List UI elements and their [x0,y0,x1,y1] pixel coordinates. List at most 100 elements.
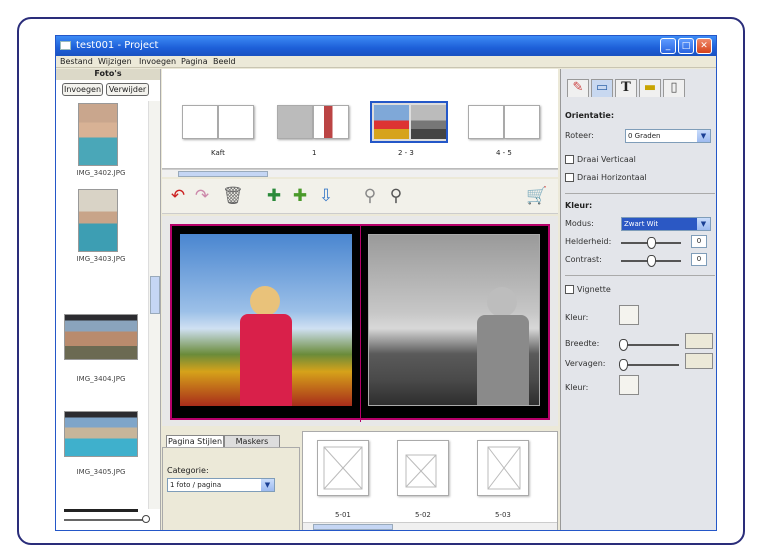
slider-knob[interactable] [142,515,150,523]
menu-beeld[interactable]: Beeld [213,57,236,66]
slider-knob[interactable] [619,359,628,371]
add-spread-icon[interactable]: ✚ [290,186,310,206]
layouts-scrollbar[interactable] [303,522,557,530]
vignette-checkbox[interactable] [565,285,574,294]
page-thumb-1[interactable] [313,105,349,139]
divider [565,193,715,194]
text-icon[interactable]: T [615,79,637,97]
vignette-fade-slider[interactable] [619,359,679,371]
vignette-fade-label: Vervagen: [565,359,606,368]
page-spread[interactable] [170,224,550,422]
scrollbar-thumb[interactable] [313,524,393,530]
frame-icon[interactable]: ▭ [591,79,613,97]
menu-bar: Bestand Wijzigen Invoegen Pagina Beeld [56,56,716,68]
scrollbar-thumb[interactable] [150,276,160,314]
page-thumb-4[interactable] [468,105,504,139]
category-select[interactable]: 1 foto / pagina ▼ [167,478,275,492]
slider-knob[interactable] [647,237,656,249]
layouts-panel: 5-01 5-02 5-03 [302,431,558,530]
spread-canvas [162,216,558,426]
edit-toolbar: ↶ ↷ 🗑 ✚ ✚ ⇩ ⚲ ⚲ 🛒 [162,179,558,214]
ruler-icon[interactable]: ▬ [639,79,661,97]
contrast-label: Contrast: [565,255,602,264]
brightness-slider[interactable] [621,237,681,249]
import-icon[interactable]: ⇩ [316,186,336,206]
flip-horizontal-label: Draai Horizontaal [577,173,647,182]
vignette-label: Vignette [577,285,611,294]
color-photo[interactable] [180,234,352,406]
flip-horizontal-checkbox[interactable] [565,173,574,182]
brightness-value[interactable]: 0 [691,235,707,248]
page-label: 4 - 5 [496,149,512,157]
slider-knob[interactable] [647,255,656,267]
add-page-icon[interactable]: ✚ [264,186,284,206]
page-icon[interactable]: ▯ [663,79,685,97]
rotate-left-icon[interactable]: ↶ [168,186,188,206]
category-value: 1 foto / pagina [170,481,222,489]
delete-icon[interactable]: 🗑 [222,186,244,206]
flip-vertical-label: Draai Verticaal [577,155,636,164]
rotate-label: Roteer: [565,131,594,140]
thumbnail-size-slider[interactable] [64,515,150,523]
photo-thumbnail-label: IMG_3405.JPG [76,468,126,476]
color-heading: Kleur: [565,201,593,210]
rotate-value: 0 Graden [628,132,661,140]
photo-thumbnail[interactable] [64,314,138,360]
page-thumb-5[interactable] [504,105,540,139]
scrollbar-thumb[interactable] [178,171,268,177]
cart-icon[interactable]: 🛒 [526,186,547,206]
insert-photos-button[interactable]: Invoegen [62,83,103,96]
page-thumb-cover-back[interactable] [218,105,254,139]
vignette-color-swatch[interactable] [619,305,639,325]
slider-knob[interactable] [619,339,628,351]
menu-wijzigen[interactable]: Wijzigen [98,57,132,66]
chevron-down-icon: ▼ [697,130,710,142]
bw-photo[interactable] [368,234,540,406]
contrast-value[interactable]: 0 [691,253,707,266]
vignette-width-slider[interactable] [619,339,679,351]
vignette-width-box[interactable] [685,333,713,349]
photo-thumbnail[interactable] [78,103,118,166]
minimize-button[interactable]: _ [660,38,676,54]
pages-scrollbar[interactable] [162,169,558,177]
layout-thumb[interactable] [317,440,369,496]
vignette-color2-swatch[interactable] [619,375,639,395]
mode-value: Zwart Wit [624,220,659,228]
page-label: Kaft [211,149,225,157]
photo-thumbnail-label: IMG_3403.JPG [76,255,126,263]
page-thumb-1-left[interactable] [277,105,313,139]
vignette-color2-label: Kleur: [565,383,589,392]
thumbnail-strip-bar [64,509,138,512]
rotate-right-icon[interactable]: ↷ [192,186,212,206]
page-thumb-cover[interactable] [182,105,218,139]
photo-thumbnail[interactable] [64,411,138,457]
zoom-in-icon[interactable]: ⚲ [386,186,406,206]
flip-vertical-checkbox[interactable] [565,155,574,164]
page-label: 1 [312,149,317,157]
photo-thumbnail[interactable] [78,189,118,252]
menu-invoegen[interactable]: Invoegen [139,57,176,66]
remove-photos-button[interactable]: Verwijder [106,83,149,96]
close-button[interactable]: ✕ [696,38,712,54]
title-bar: test001 - Project _ □ ✕ [56,36,716,56]
menu-bestand[interactable]: Bestand [60,57,93,66]
photo-edit-icon[interactable]: ✎ [567,79,589,97]
layout-label: 5-01 [335,511,351,519]
photos-scrollbar[interactable] [148,101,160,509]
spread-fold [360,226,361,422]
vignette-fade-box[interactable] [685,353,713,369]
zoom-out-icon[interactable]: ⚲ [360,186,380,206]
page-thumb-2-3-selected[interactable] [370,101,448,143]
layout-thumb[interactable] [477,440,529,496]
mode-select[interactable]: Zwart Wit ▼ [621,217,711,231]
app-window: test001 - Project _ □ ✕ Bestand Wijzigen… [55,35,717,531]
menu-pagina[interactable]: Pagina [181,57,208,66]
contrast-slider[interactable] [621,255,681,267]
page-label: 2 - 3 [398,149,414,157]
vignette-color-label: Kleur: [565,313,589,322]
rotate-select[interactable]: 0 Graden ▼ [625,129,711,143]
maximize-button[interactable]: □ [678,38,694,54]
chevron-down-icon: ▼ [261,479,274,491]
photo-thumbnail-label: IMG_3404.JPG [76,375,126,383]
layout-thumb[interactable] [397,440,449,496]
